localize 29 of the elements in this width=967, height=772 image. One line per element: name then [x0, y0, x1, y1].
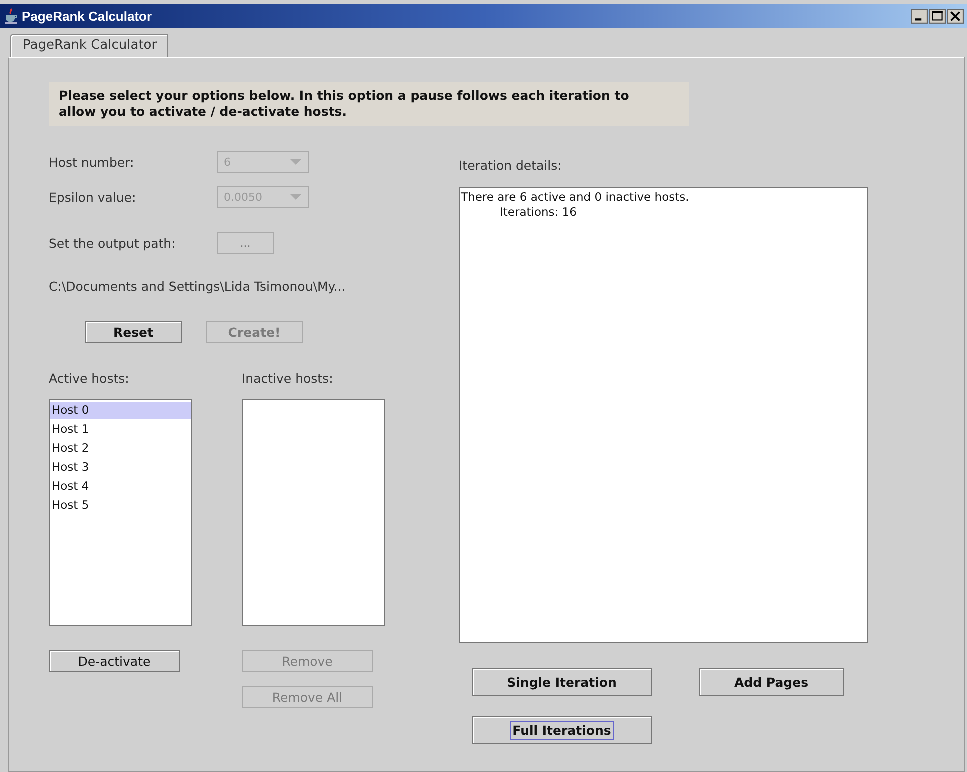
list-item[interactable]: Host 1	[50, 421, 191, 438]
list-item[interactable]: Host 3	[50, 459, 191, 476]
iteration-details-label: Iteration details:	[459, 158, 563, 173]
caret-icon	[290, 194, 302, 200]
output-path-text: C:\Documents and Settings\Lida Tsimonou\My...	[49, 279, 347, 294]
reset-button[interactable]: Reset	[85, 321, 182, 343]
list-label: Active hosts:	[49, 371, 130, 386]
single-iteration-button[interactable]: Single Iteration	[472, 668, 652, 696]
close-icon[interactable]	[947, 8, 964, 24]
tab[interactable]: PageRank Calculator	[10, 34, 168, 57]
coffee-cup-icon	[4, 8, 18, 24]
full-iterations-button[interactable]: Full Iterations	[472, 716, 652, 744]
instruction-text: Please select your options below. In this option a pause follows each iteration to allow you to activate / de-activate hosts.	[49, 82, 689, 126]
deactivate-button[interactable]: De-activate	[49, 650, 180, 672]
output-line: There are 6 active and 0 inactive hosts.	[461, 190, 690, 205]
list-item[interactable]: Host 4	[50, 478, 191, 495]
minimize-icon[interactable]	[911, 8, 928, 24]
list-item[interactable]: Host 2	[50, 440, 191, 457]
maximize-icon[interactable]	[929, 8, 946, 24]
window-title: PageRank Calculator	[22, 8, 152, 24]
list-label: Inactive hosts:	[242, 371, 334, 386]
list-item[interactable]: Host 5	[50, 497, 191, 514]
field-label: Host number:	[49, 154, 136, 170]
field-label: Set the output path:	[49, 236, 177, 250]
list-item[interactable]: Host 0	[50, 402, 191, 419]
field-label: Epsilon value:	[49, 190, 138, 204]
caret-icon	[290, 159, 302, 165]
output-line: Iterations: 16	[499, 205, 578, 220]
add-pages-button[interactable]: Add Pages	[699, 668, 844, 696]
